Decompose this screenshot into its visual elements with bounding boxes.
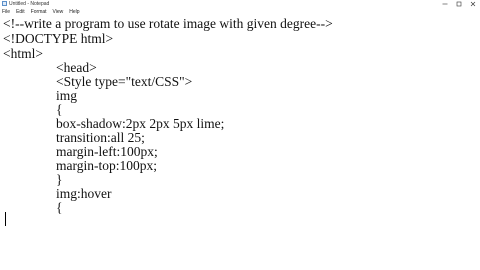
code-line: img:hover bbox=[56, 186, 112, 201]
menu-help[interactable]: Help bbox=[69, 8, 79, 16]
minimize-icon[interactable] bbox=[438, 0, 452, 8]
code-line: <html> bbox=[3, 46, 43, 61]
notepad-window: Untitled - Notepad File Edit Format View… bbox=[0, 0, 480, 270]
window-title: Untitled - Notepad bbox=[9, 1, 50, 7]
notepad-icon bbox=[2, 1, 7, 6]
text-cursor bbox=[5, 212, 6, 226]
menu-file[interactable]: File bbox=[2, 8, 10, 16]
menu-edit[interactable]: Edit bbox=[16, 8, 25, 16]
code-line: <!--write a program to use rotate image … bbox=[3, 16, 333, 31]
code-line: <!DOCTYPE html> bbox=[3, 31, 114, 46]
menu-format[interactable]: Format bbox=[31, 8, 47, 16]
code-line: { bbox=[56, 200, 63, 215]
window-controls bbox=[438, 0, 480, 8]
menu-view[interactable]: View bbox=[53, 8, 64, 16]
title-bar[interactable]: Untitled - Notepad bbox=[0, 0, 480, 8]
code-line: margin-top:100px; bbox=[56, 158, 157, 173]
maximize-icon[interactable] bbox=[452, 0, 466, 8]
menu-bar: File Edit Format View Help bbox=[0, 8, 480, 16]
close-icon[interactable] bbox=[466, 0, 480, 8]
text-editor-area[interactable]: <!--write a program to use rotate image … bbox=[0, 16, 480, 270]
